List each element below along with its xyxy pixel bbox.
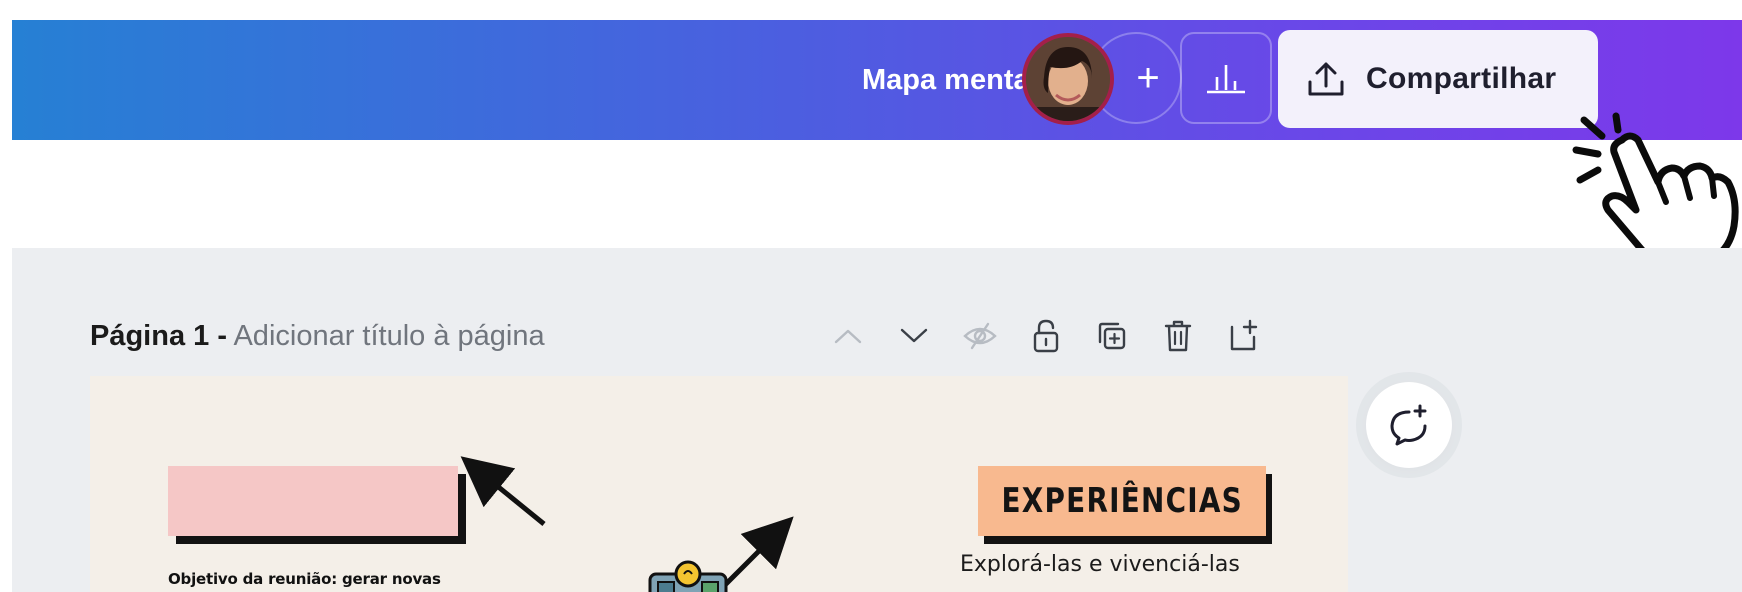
duplicate-page-button[interactable] xyxy=(1079,314,1145,358)
design-canvas[interactable]: Objetivo da reunião: gerar novas EXPERIÊ… xyxy=(90,376,1348,592)
move-page-up-button[interactable] xyxy=(815,314,881,358)
page-toolbar xyxy=(815,314,1277,358)
lock-page-button[interactable] xyxy=(1013,314,1079,358)
share-button[interactable]: Compartilhar xyxy=(1278,30,1598,128)
chevron-up-icon xyxy=(834,329,862,344)
trash-icon xyxy=(1164,320,1192,352)
hand-pointer-icon xyxy=(1572,112,1739,270)
duplicate-icon xyxy=(1098,322,1126,350)
top-bar: Mapa mental + Compartilhar xyxy=(12,20,1742,140)
lightbulb-icon[interactable] xyxy=(646,560,730,592)
add-page-button[interactable] xyxy=(1211,314,1277,358)
move-page-down-button[interactable] xyxy=(881,314,947,358)
avatar-photo xyxy=(1026,37,1110,121)
delete-page-button[interactable] xyxy=(1145,314,1211,358)
share-button-label: Compartilhar xyxy=(1366,62,1557,95)
hide-icon xyxy=(963,322,997,350)
page-number-label: Página 1 - xyxy=(90,320,227,352)
insights-button[interactable] xyxy=(1180,32,1272,124)
add-page-icon xyxy=(1230,319,1258,351)
comment-add-icon xyxy=(1390,404,1427,446)
page-header: Página 1 - Adicionar título à página xyxy=(90,314,545,358)
hide-page-button[interactable] xyxy=(947,314,1013,358)
arrow-right xyxy=(722,516,794,588)
arrow-left xyxy=(460,456,546,526)
avatar[interactable] xyxy=(1022,33,1114,125)
lock-icon xyxy=(1033,319,1059,353)
chevron-down-icon xyxy=(900,328,928,343)
plus-icon: + xyxy=(1136,55,1160,100)
add-page-title[interactable]: Adicionar título à página xyxy=(233,320,544,352)
upload-icon xyxy=(1308,62,1344,96)
document-title[interactable]: Mapa mental xyxy=(862,58,1038,102)
bar-chart-icon xyxy=(1207,65,1245,94)
add-comment-button[interactable] xyxy=(1366,382,1452,468)
